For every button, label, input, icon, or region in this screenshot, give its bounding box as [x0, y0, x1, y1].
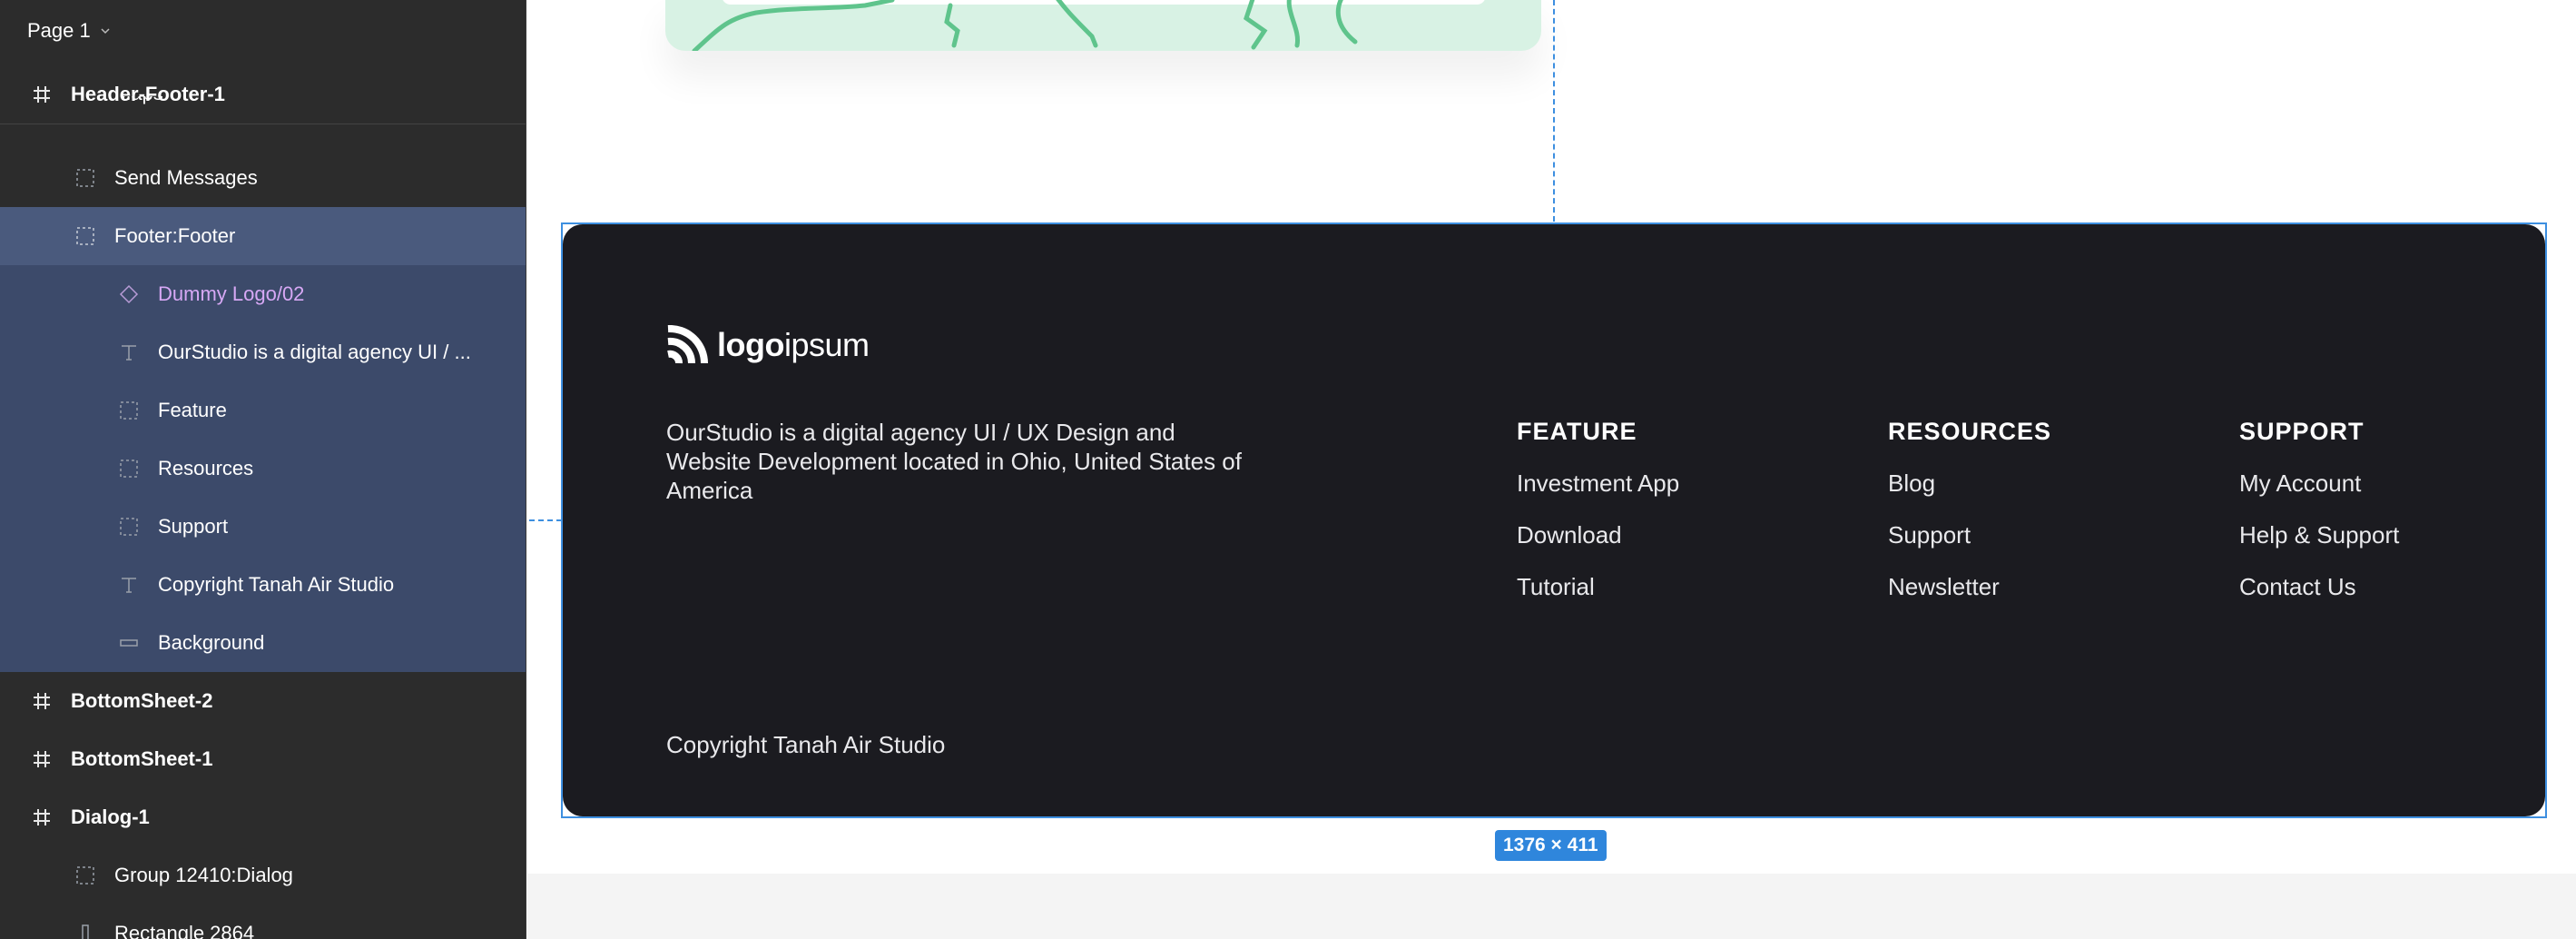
- layer-ourstudio-text[interactable]: OurStudio is a digital agency UI / ...: [0, 323, 526, 381]
- text-icon: [122, 578, 136, 593]
- rectangle-icon: [82, 924, 89, 939]
- layer-send-messages[interactable]: Send Messages: [0, 149, 526, 207]
- footer-column-resources: RESOURCES Blog Support Newsletter: [1888, 418, 2051, 604]
- layer-label: Feature: [158, 399, 227, 421]
- canvas-background: [527, 874, 2576, 939]
- frame-dashed-icon: [76, 227, 94, 245]
- layer-rectangle[interactable]: Rectangle 2864: [0, 904, 526, 939]
- layer-frame-bottomsheet-1[interactable]: BottomSheet-1: [0, 730, 526, 788]
- footer-link[interactable]: Investment App: [1517, 470, 1679, 500]
- text-icon: [122, 345, 136, 361]
- footer-link[interactable]: Blog: [1888, 470, 2051, 500]
- layer-label: Background: [158, 631, 265, 654]
- footer-column-support: SUPPORT My Account Help & Support Contac…: [2239, 418, 2399, 604]
- frame-dashed-icon: [120, 518, 138, 536]
- column-heading: SUPPORT: [2239, 418, 2365, 445]
- layer-label: Group 12410:Dialog: [114, 864, 293, 886]
- about-text: OurStudio is a digital agency UI / UX De…: [666, 419, 1242, 504]
- logo-bold-text: logo: [717, 326, 784, 363]
- layer-frame-dialog-1[interactable]: Dialog-1: [0, 788, 526, 846]
- footer-link[interactable]: Contact Us: [2239, 573, 2399, 604]
- footer-frame[interactable]: logoipsum OurStudio is a digital agency …: [563, 224, 2545, 816]
- footer-link[interactable]: My Account: [2239, 470, 2399, 500]
- frame-icon: [34, 693, 50, 709]
- layer-label: Dummy Logo/02: [158, 282, 305, 305]
- frame-dashed-icon: [120, 460, 138, 478]
- layer-label: BottomSheet-2: [71, 689, 213, 712]
- logo-wordmark: logoipsum: [717, 326, 870, 364]
- logo-mark-icon: [667, 325, 708, 364]
- frame-icon: [34, 751, 50, 767]
- layer-label: BottomSheet-1: [71, 747, 213, 770]
- map-illustration-icon: [692, 0, 1358, 51]
- footer-link[interactable]: Download: [1517, 521, 1679, 552]
- layer-label: Footer:Footer: [114, 224, 236, 247]
- layer-copyright[interactable]: Copyright Tanah Air Studio: [0, 556, 526, 614]
- footer-column-feature: FEATURE Investment App Download Tutorial: [1517, 418, 1679, 604]
- layer-support[interactable]: Support: [0, 498, 526, 556]
- layer-footer[interactable]: Footer:Footer: [0, 207, 526, 265]
- layer-label: Maps: [114, 96, 163, 105]
- frame-dashed-icon: [76, 866, 94, 885]
- layer-resources[interactable]: Resources: [0, 440, 526, 498]
- layer-frame-bottomsheet-2[interactable]: BottomSheet-2: [0, 672, 526, 730]
- layer-maps[interactable]: Maps: [0, 96, 526, 124]
- chevron-down-icon: [101, 28, 110, 35]
- copyright-text: Copyright Tanah Air Studio: [666, 731, 946, 758]
- frame-icon: [34, 809, 50, 825]
- footer-link[interactable]: Tutorial: [1517, 573, 1679, 604]
- layer-group-dialog[interactable]: Group 12410:Dialog: [0, 846, 526, 904]
- footer-link[interactable]: Help & Support: [2239, 521, 2399, 552]
- layer-label: Support: [158, 515, 229, 538]
- frame-dashed-icon: [76, 169, 94, 187]
- layer-label: OurStudio is a digital agency UI / ...: [158, 341, 471, 363]
- component-instance-icon: [119, 284, 139, 304]
- measure-guide-vertical: [1553, 0, 1555, 222]
- layer-label: Send Messages: [114, 166, 258, 189]
- card-fragment[interactable]: [665, 0, 1541, 51]
- layer-label: Copyright Tanah Air Studio: [158, 573, 395, 596]
- page-selector-label: Page 1: [27, 19, 91, 42]
- layer-dummy-logo[interactable]: Dummy Logo/02: [0, 265, 526, 323]
- measure-guide-horizontal: [529, 519, 562, 521]
- footer-link[interactable]: Newsletter: [1888, 573, 2051, 604]
- frame-dashed-icon: [120, 401, 138, 420]
- dimension-badge: 1376 × 411: [1495, 830, 1607, 861]
- layer-label: Rectangle 2864: [114, 922, 255, 939]
- page-selector[interactable]: Page 1: [27, 16, 111, 45]
- footer-link[interactable]: Support: [1888, 521, 2051, 552]
- footer-logo[interactable]: logoipsum: [666, 325, 870, 365]
- layer-feature[interactable]: Feature: [0, 381, 526, 440]
- layer-background[interactable]: Background: [0, 614, 526, 672]
- layer-label: Dialog-1: [71, 806, 150, 828]
- column-heading: RESOURCES: [1888, 418, 2052, 445]
- rectangle-icon: [120, 639, 138, 647]
- column-heading: FEATURE: [1517, 418, 1637, 445]
- logo-light-text: ipsum: [783, 326, 870, 363]
- layers-panel: Page 1 Header-Footer-1 Maps Send Message…: [0, 0, 526, 939]
- design-canvas[interactable]: logoipsum OurStudio is a digital agency …: [527, 0, 2576, 939]
- layer-label: Resources: [158, 457, 254, 479]
